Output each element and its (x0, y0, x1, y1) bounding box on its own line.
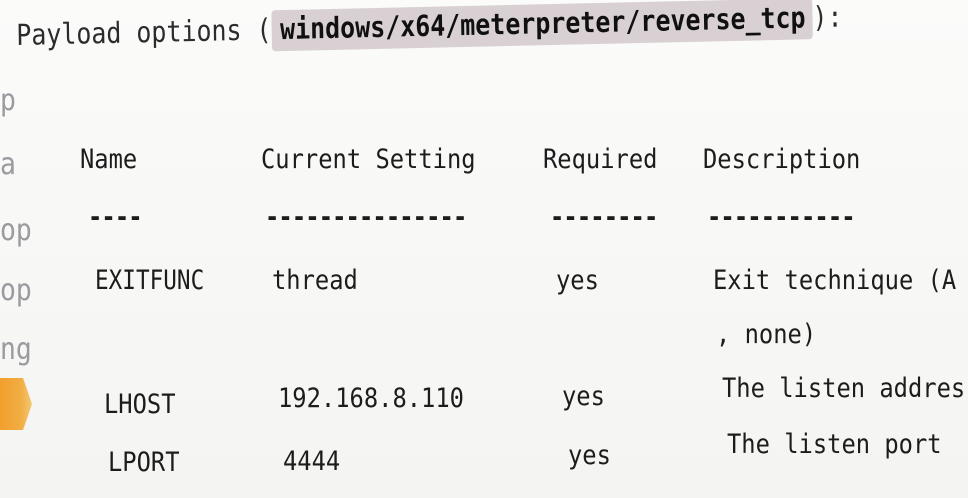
option-description-lport: The listen port (727, 429, 942, 460)
option-description-lhost: The listen addres (722, 373, 966, 404)
option-required-lport: yes (568, 440, 611, 471)
option-setting-lport: 4444 (283, 446, 341, 477)
gutter-fragment: a (0, 147, 16, 182)
heading-prefix: Payload options ( (16, 12, 272, 52)
heading-suffix: ): (812, 0, 843, 35)
column-header-current-setting: Current Setting (261, 144, 476, 175)
gutter-fragment: p (0, 83, 16, 118)
option-setting-lhost: 192.168.8.110 (278, 383, 464, 414)
column-header-name: Name (80, 144, 138, 175)
left-gutter: p a op op ng (0, 80, 40, 460)
option-required-exitfunc: yes (556, 265, 599, 296)
payload-module-name: windows/x64/meterpreter/reverse_tcp (271, 0, 813, 52)
option-name-lport: LPORT (108, 447, 180, 478)
option-required-lhost: yes (562, 381, 605, 412)
column-header-description: Description (703, 144, 861, 175)
option-name-exitfunc: EXITFUNC (95, 265, 205, 296)
column-header-required: Required (543, 144, 658, 175)
option-description-exitfunc-continued: , none) (716, 319, 817, 350)
gutter-fragment: op (0, 213, 32, 248)
option-name-lhost: LHOST (104, 389, 176, 420)
column-underline-current-setting: --------------- (265, 202, 467, 233)
option-setting-exitfunc: thread (272, 265, 358, 296)
column-underline-description: ----------- (707, 202, 856, 233)
payload-options-heading: Payload options (windows/x64/meterpreter… (16, 0, 843, 52)
column-underline-required: -------- (550, 202, 658, 233)
gutter-fragment: op (0, 273, 32, 308)
option-description-exitfunc: Exit technique (A (713, 265, 957, 296)
gutter-fragment: ng (0, 332, 32, 367)
arrow-marker-icon (0, 378, 32, 430)
column-underline-name: ---- (88, 202, 143, 233)
terminal-screen: p a op op ng Payload options (windows/x6… (0, 0, 968, 498)
